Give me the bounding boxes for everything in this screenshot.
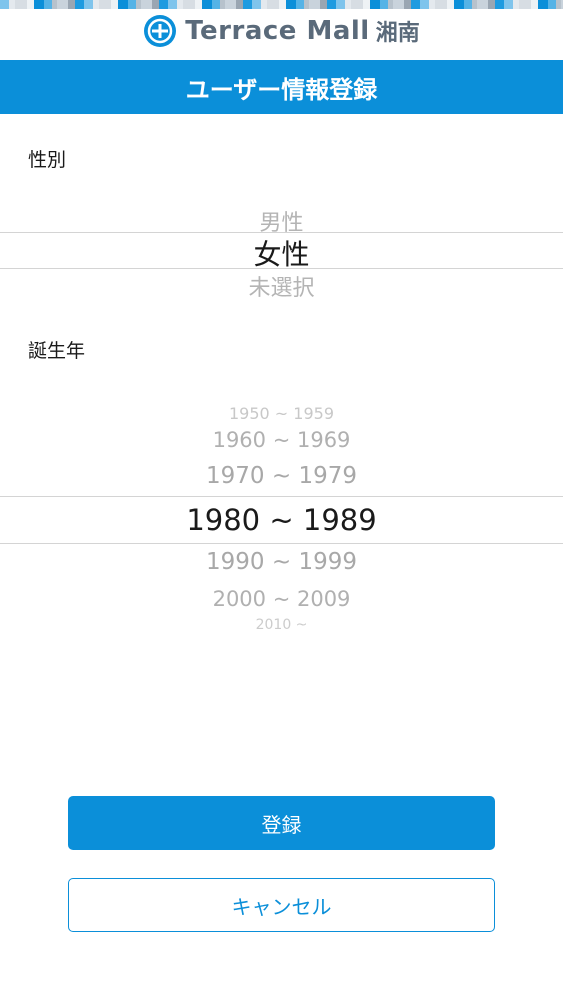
header-stripe bbox=[0, 0, 563, 9]
stripe-segment bbox=[279, 0, 286, 9]
year-option[interactable]: 2000 ~ 2009 bbox=[0, 587, 563, 611]
stripe-segment bbox=[363, 0, 370, 9]
stripe-segment bbox=[519, 0, 531, 9]
year-option[interactable]: 1990 ~ 1999 bbox=[0, 549, 563, 575]
year-option-selected[interactable]: 1980 ~ 1989 bbox=[0, 503, 563, 537]
terrace-mall-logo-icon bbox=[144, 15, 177, 47]
stripe-segment bbox=[212, 0, 220, 9]
stripe-segment bbox=[447, 0, 454, 9]
stripe-segment bbox=[99, 0, 111, 9]
gender-option[interactable]: 未選択 bbox=[0, 270, 563, 302]
birth-year-label: 誕生年 bbox=[28, 340, 86, 362]
stripe-segment bbox=[531, 0, 538, 9]
stripe-segment bbox=[34, 0, 44, 9]
stripe-segment bbox=[351, 0, 363, 9]
stripe-segment bbox=[548, 0, 556, 9]
stripe-segment bbox=[393, 0, 404, 9]
stripe-segment bbox=[183, 0, 195, 9]
stripe-segment bbox=[327, 0, 336, 9]
stripe-segment bbox=[336, 0, 345, 9]
stripe-segment bbox=[128, 0, 136, 9]
stripe-segment bbox=[44, 0, 52, 9]
stripe-segment bbox=[538, 0, 548, 9]
stripe-segment bbox=[404, 0, 411, 9]
app-logo: Terrace Mall 湘南 bbox=[0, 11, 563, 51]
stripe-segment bbox=[477, 0, 488, 9]
stripe-segment bbox=[195, 0, 202, 9]
stripe-segment bbox=[152, 0, 159, 9]
stripe-segment bbox=[454, 0, 464, 9]
picker-divider bbox=[0, 543, 563, 544]
stripe-segment bbox=[75, 0, 84, 9]
stripe-segment bbox=[296, 0, 304, 9]
stripe-segment bbox=[141, 0, 152, 9]
picker-divider bbox=[0, 496, 563, 497]
stripe-segment bbox=[243, 0, 252, 9]
stripe-segment bbox=[0, 0, 9, 9]
stripe-segment bbox=[225, 0, 236, 9]
stripe-segment bbox=[495, 0, 504, 9]
year-option[interactable]: 1960 ~ 1969 bbox=[0, 428, 563, 452]
stripe-segment bbox=[411, 0, 420, 9]
stripe-segment bbox=[15, 0, 27, 9]
picker-divider bbox=[0, 268, 563, 269]
stripe-segment bbox=[380, 0, 388, 9]
stripe-segment bbox=[111, 0, 118, 9]
stripe-segment bbox=[118, 0, 128, 9]
stripe-segment bbox=[236, 0, 243, 9]
stripe-segment bbox=[309, 0, 320, 9]
stripe-segment bbox=[370, 0, 380, 9]
year-option[interactable]: 2010 ~ bbox=[0, 617, 563, 633]
logo-text: Terrace Mall bbox=[185, 16, 370, 46]
logo-subtitle: 湘南 bbox=[375, 21, 420, 46]
gender-label: 性別 bbox=[28, 149, 67, 171]
stripe-segment bbox=[435, 0, 447, 9]
stripe-segment bbox=[27, 0, 34, 9]
stripe-segment bbox=[68, 0, 75, 9]
stripe-segment bbox=[488, 0, 495, 9]
cancel-button[interactable]: キャンセル bbox=[68, 878, 495, 932]
stripe-segment bbox=[84, 0, 93, 9]
register-button[interactable]: 登録 bbox=[68, 796, 495, 850]
stripe-segment bbox=[320, 0, 327, 9]
stripe-segment bbox=[159, 0, 168, 9]
stripe-segment bbox=[504, 0, 513, 9]
year-option[interactable]: 1950 ~ 1959 bbox=[0, 404, 563, 423]
stripe-segment bbox=[168, 0, 177, 9]
gender-option-selected[interactable]: 女性 bbox=[0, 233, 563, 273]
year-option[interactable]: 1970 ~ 1979 bbox=[0, 463, 563, 489]
stripe-segment bbox=[464, 0, 472, 9]
register-button-label: 登録 bbox=[261, 812, 302, 837]
stripe-segment bbox=[202, 0, 212, 9]
stripe-segment bbox=[420, 0, 429, 9]
title-bar: ユーザー情報登録 bbox=[0, 60, 563, 114]
stripe-segment bbox=[252, 0, 261, 9]
cancel-button-label: キャンセル bbox=[231, 894, 332, 919]
page-title: ユーザー情報登録 bbox=[185, 75, 378, 104]
stripe-segment bbox=[267, 0, 279, 9]
stripe-segment bbox=[57, 0, 68, 9]
stripe-segment bbox=[286, 0, 296, 9]
